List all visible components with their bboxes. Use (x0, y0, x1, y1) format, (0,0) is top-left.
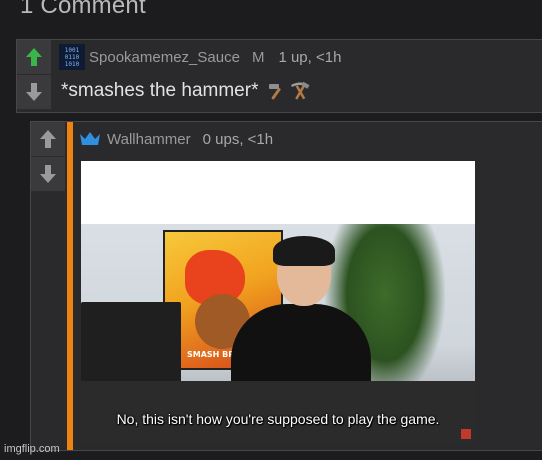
reply-meta: 0 ups, <1h (202, 130, 274, 148)
comment-meta: 1 up, <1h (278, 48, 342, 66)
down-arrow-icon (26, 83, 42, 101)
person-hair (273, 236, 335, 266)
comment-vote-column (17, 40, 52, 112)
comments-page: 1 Comment 1001 0110 1010 Spookamemez_Sau… (0, 0, 542, 460)
up-arrow-icon (40, 130, 56, 148)
reply-username[interactable]: Wallhammer (107, 131, 191, 148)
comment-text: *smashes the hammer* (61, 80, 259, 101)
comments-heading: 1 Comment (20, 0, 146, 19)
reply-header: Wallhammer 0 ups, <1h (79, 128, 273, 150)
up-arrow-green-icon (26, 48, 42, 66)
imgflip-watermark: imgflip.com (4, 443, 60, 455)
hammer-and-pick-icon (291, 81, 310, 100)
mod-badge: M (251, 48, 265, 66)
comment-header: 1001 0110 1010 Spookamemez_Sauce M 1 up,… (59, 44, 341, 70)
meme-image[interactable]: SMASH BROS No, this isn't how you're sup… (81, 161, 475, 443)
reply-vote-column (31, 122, 65, 192)
meme-photo: SMASH BROS No, this isn't how you're sup… (81, 224, 475, 443)
comment-emoji (266, 81, 311, 101)
comment-username[interactable]: Spookamemez_Sauce (89, 49, 240, 66)
reply-upvote-button[interactable] (31, 122, 65, 157)
upvote-button[interactable] (17, 40, 51, 75)
meme-caption: No, this isn't how you're supposed to pl… (116, 411, 440, 427)
binary-avatar-icon[interactable]: 1001 0110 1010 (59, 44, 85, 70)
hammer-icon (269, 84, 282, 100)
down-arrow-icon (40, 165, 56, 183)
corner-logo-icon (461, 429, 471, 439)
reply-accent-bar (67, 122, 73, 450)
reply-comment: Wallhammer 0 ups, <1h SMASH BROS No, thi… (30, 121, 542, 451)
crown-icon[interactable] (79, 131, 101, 147)
reply-downvote-button[interactable] (31, 157, 65, 192)
downvote-button[interactable] (17, 75, 51, 110)
comment: 1001 0110 1010 Spookamemez_Sauce M 1 up,… (16, 39, 542, 113)
comment-body: *smashes the hammer* (61, 80, 311, 102)
